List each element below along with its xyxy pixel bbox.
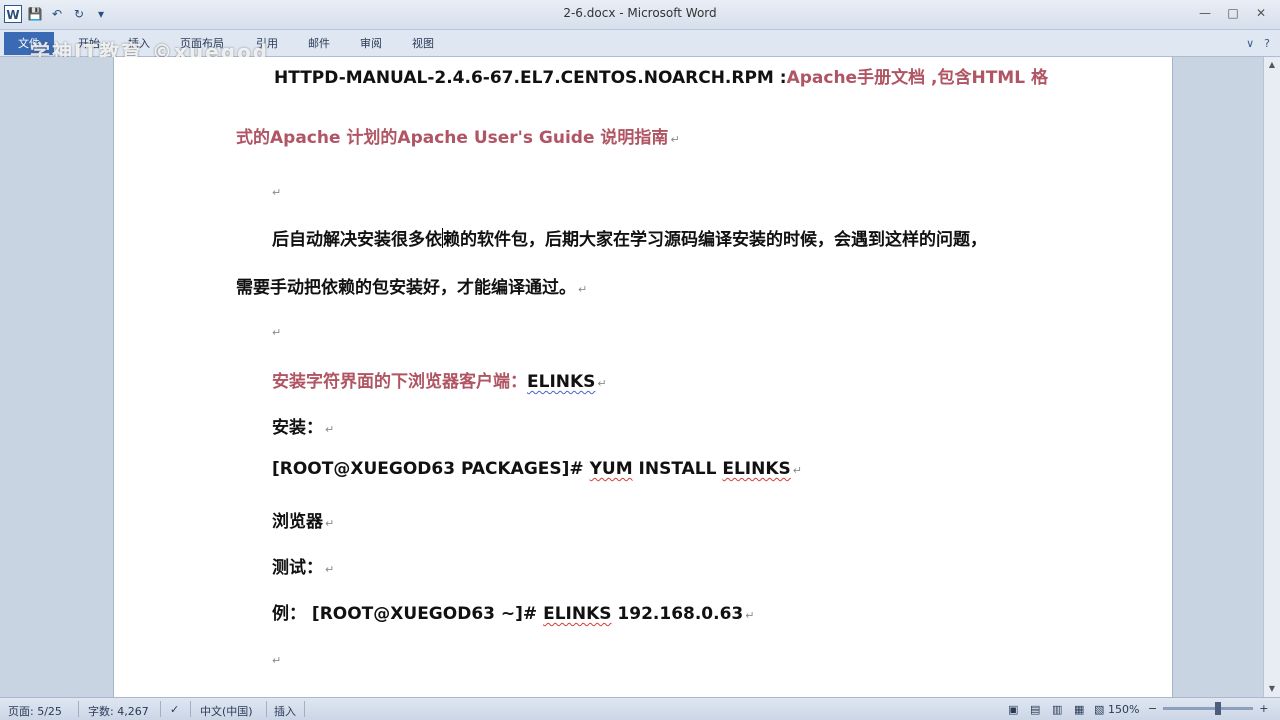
maximize-icon[interactable]: □: [1222, 4, 1244, 22]
zoom-slider[interactable]: [1163, 702, 1254, 715]
doc-line-5: 安装字符界面的下浏览器客户端：ELINKS ↵: [272, 367, 607, 392]
print-layout-view-icon[interactable]: ▣: [1008, 703, 1018, 716]
zoom-control: − +: [1148, 702, 1268, 715]
paragraph-mark: ↵: [325, 423, 335, 436]
paragraph-mark: ↵: [670, 133, 680, 146]
vertical-scrollbar[interactable]: ▲ ▼: [1263, 57, 1280, 697]
text-ip-address: 192.168.0.63: [611, 604, 744, 624]
zoom-in-icon[interactable]: +: [1259, 702, 1268, 715]
paragraph-mark: ↵: [272, 654, 282, 667]
tab-references[interactable]: 引用: [256, 35, 278, 51]
doc-line-8: 浏览器 ↵: [272, 507, 334, 532]
tab-home[interactable]: 开始: [78, 35, 100, 51]
web-layout-view-icon[interactable]: ▥: [1052, 703, 1062, 716]
window-controls: — □ ✕: [1194, 4, 1272, 22]
text-example-prompt: 例： [ROOT@XUEGOD63 ~]#: [272, 604, 544, 624]
ribbon-expand-icon[interactable]: ∨: [1246, 37, 1254, 50]
text-elinks: ELINKS: [543, 604, 612, 624]
language-indicator[interactable]: 中文(中国): [200, 703, 253, 719]
text-prompt: [ROOT@XUEGOD63 PACKAGES]#: [272, 459, 590, 479]
full-screen-view-icon[interactable]: ▤: [1030, 703, 1040, 716]
text-install-label: 安装：: [272, 418, 323, 438]
doc-line-10: 例： [ROOT@XUEGOD63 ~]# ELINKS 192.168.0.6…: [272, 599, 754, 624]
paragraph-mark: ↵: [792, 464, 802, 477]
text-yum: YUM: [589, 459, 633, 479]
zoom-out-icon[interactable]: −: [1148, 702, 1157, 715]
paragraph-mark: ↵: [597, 377, 607, 390]
tab-file[interactable]: 文件: [4, 32, 54, 55]
window-title: 2-6.docx - Microsoft Word: [563, 6, 717, 20]
doc-line-7: [ROOT@XUEGOD63 PACKAGES]# YUM INSTALL EL…: [272, 459, 802, 479]
doc-line-1: HTTPD-MANUAL-2.4.6-67.EL7.CENTOS.NOARCH.…: [274, 63, 1048, 88]
scroll-up-icon[interactable]: ▲: [1264, 57, 1280, 73]
divider: [266, 701, 267, 717]
paragraph-mark: ↵: [325, 563, 335, 576]
tab-insert[interactable]: 插入: [128, 35, 150, 51]
minimize-icon[interactable]: —: [1194, 4, 1216, 22]
text-dependency-b: 赖的软件包，后期大家在学习源码编译安装的时候，会遇到这样的问题，: [443, 230, 987, 250]
text-install: INSTALL: [632, 459, 723, 479]
document-area: HTTPD-MANUAL-2.4.6-67.EL7.CENTOS.NOARCH.…: [0, 57, 1280, 697]
help-icon[interactable]: ?: [1264, 37, 1270, 50]
divider: [78, 701, 79, 717]
document-page[interactable]: HTTPD-MANUAL-2.4.6-67.EL7.CENTOS.NOARCH.…: [113, 57, 1173, 697]
text-test-label: 测试：: [272, 558, 323, 578]
tab-view[interactable]: 视图: [412, 35, 434, 51]
tab-review[interactable]: 审阅: [360, 35, 382, 51]
ribbon-tabs: 文件 开始 插入 页面布局 引用 邮件 审阅 视图 ∨ ?: [0, 30, 1280, 57]
text-guide-desc: 式的Apache 计划的Apache User's Guide 说明指南: [236, 128, 669, 148]
proofing-icon[interactable]: ✓: [170, 703, 179, 716]
insert-mode[interactable]: 插入: [274, 703, 296, 719]
paragraph-mark: ↵: [272, 186, 282, 199]
paragraph-mark: ↵: [578, 283, 588, 296]
ribbon-controls: ∨ ?: [1246, 37, 1270, 50]
tab-mailings[interactable]: 邮件: [308, 35, 330, 51]
paragraph-mark: ↵: [745, 609, 755, 622]
doc-line-empty-3: ↵: [270, 649, 281, 669]
doc-line-empty-1: ↵: [270, 181, 281, 201]
text-elinks: ELINKS: [722, 459, 791, 479]
doc-line-2: 式的Apache 计划的Apache User's Guide 说明指南 ↵: [236, 123, 680, 148]
divider: [304, 701, 305, 717]
text-dependency-a: 后自动解决安装很多依: [272, 230, 442, 250]
zoom-level[interactable]: 150%: [1108, 703, 1139, 716]
text-elinks: ELINKS: [527, 372, 596, 392]
text-install-client: 安装字符界面的下浏览器客户端：: [272, 372, 527, 392]
doc-line-9: 测试： ↵: [272, 553, 334, 578]
text-compile-note: 需要手动把依赖的包安装好，才能编译通过。: [236, 278, 576, 298]
zoom-slider-knob[interactable]: [1215, 702, 1222, 715]
word-count[interactable]: 字数: 4,267: [88, 703, 149, 719]
divider: [190, 701, 191, 717]
page-count[interactable]: 页面: 5/25: [8, 703, 62, 719]
scroll-down-icon[interactable]: ▼: [1264, 681, 1280, 697]
close-icon[interactable]: ✕: [1250, 4, 1272, 22]
paragraph-mark: ↵: [325, 517, 335, 530]
divider: [160, 701, 161, 717]
doc-line-6: 安装： ↵: [272, 413, 334, 438]
doc-line-4: 需要手动把依赖的包安装好，才能编译通过。 ↵: [236, 273, 587, 298]
draft-view-icon[interactable]: ▧: [1094, 703, 1104, 716]
doc-line-empty-2: ↵: [270, 321, 281, 341]
doc-line-3: 后自动解决安装很多依赖的软件包，后期大家在学习源码编译安装的时候，会遇到这样的问…: [272, 225, 987, 250]
status-bar: 页面: 5/25 字数: 4,267 ✓ 中文(中国) 插入 ▣ ▤ ▥ ▦ ▧…: [0, 697, 1280, 720]
title-bar: W 💾 ↶ ↻ ▾ 2-6.docx - Microsoft Word — □ …: [0, 0, 1280, 30]
paragraph-mark: ↵: [272, 326, 282, 339]
text-browser: 浏览器: [272, 512, 323, 532]
outline-view-icon[interactable]: ▦: [1074, 703, 1084, 716]
tab-page-layout[interactable]: 页面布局: [180, 35, 224, 51]
text-rpm-name: HTTPD-MANUAL-2.4.6-67.EL7.CENTOS.NOARCH.…: [274, 68, 787, 88]
text-manual-desc: Apache手册文档 ,包含HTML 格: [786, 68, 1048, 88]
